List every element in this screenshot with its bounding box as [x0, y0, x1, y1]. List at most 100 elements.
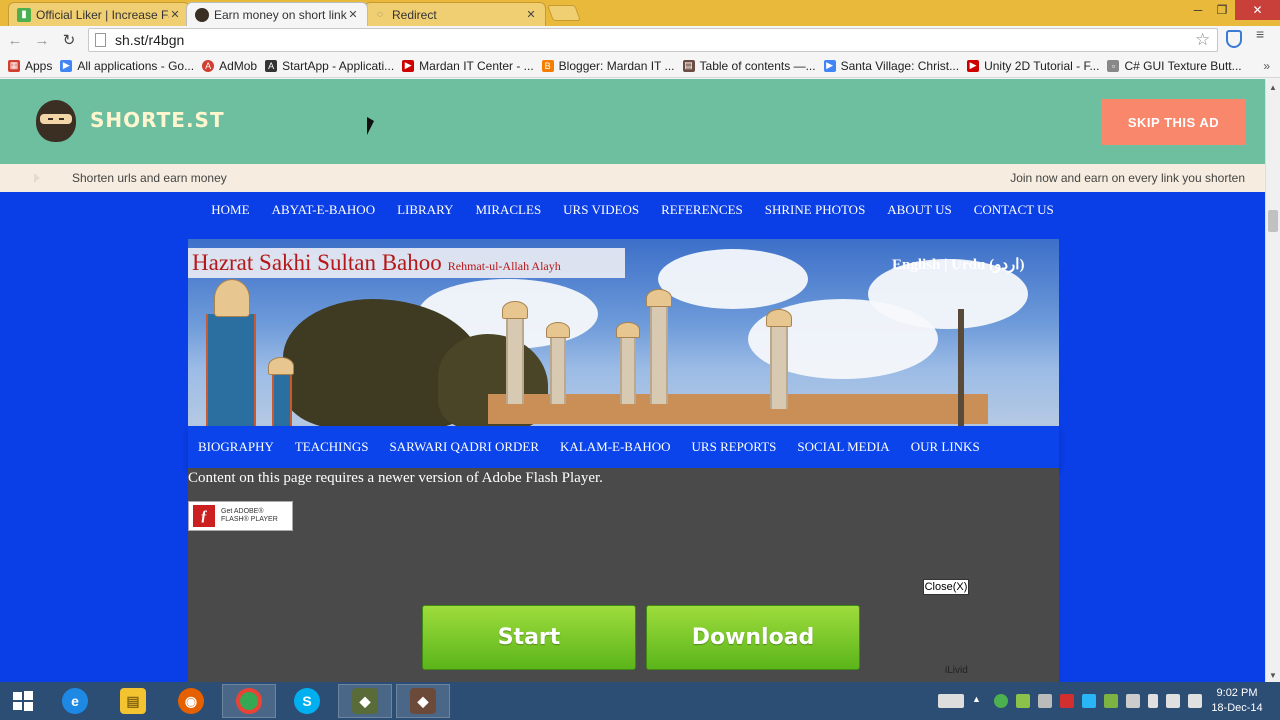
taskbar-skype[interactable]: S [280, 684, 334, 718]
tab-earn-money[interactable]: Earn money on short links ✕ [186, 2, 368, 26]
wifi-signal-icon[interactable] [1166, 694, 1180, 708]
clock-date: 18-Dec-14 [1211, 702, 1263, 714]
extension-shield-icon[interactable] [1226, 30, 1242, 48]
bookmark-mardan-it-center[interactable]: ▶ Mardan IT Center - ... [402, 59, 534, 73]
network-globe-icon[interactable] [994, 694, 1008, 708]
tray-app-icon[interactable] [1038, 694, 1052, 708]
flash-button-text: Get ADOBE® FLASH® PLAYER [221, 508, 278, 523]
taskbar-chrome[interactable] [222, 684, 276, 718]
bookmark-blogger[interactable]: B Blogger: Mardan IT ... [541, 59, 675, 73]
tab-redirect[interactable]: ◌ Redirect ✕ [364, 2, 546, 26]
page-scrollbar[interactable]: ▲ ▼ [1265, 79, 1280, 682]
restore-button[interactable]: ❐ [1208, 0, 1236, 20]
download-button[interactable]: Download [646, 605, 860, 670]
tab-close-icon[interactable]: ✕ [525, 8, 537, 21]
taskbar-app-two[interactable]: ◆ [396, 684, 450, 718]
scroll-down-icon[interactable]: ▼ [1269, 671, 1277, 680]
taskbar-firefox[interactable]: ◉ [164, 684, 218, 718]
bookmark-table-of-contents[interactable]: ▤ Table of contents —... [682, 59, 816, 73]
popup-close-button[interactable]: Close(X) [923, 579, 969, 595]
start-menu-button[interactable] [0, 684, 46, 718]
page-info-icon[interactable] [95, 33, 106, 47]
nav-about-us[interactable]: ABOUT US [887, 202, 951, 218]
nav-contact-us[interactable]: CONTACT US [974, 202, 1054, 218]
bookmark-all-applications[interactable]: ▶ All applications - Go... [60, 59, 194, 73]
tagline-left: Shorten urls and earn money [72, 171, 227, 185]
nav-shrine-photos[interactable]: SHRINE PHOTOS [765, 202, 866, 218]
nav-miracles[interactable]: MIRACLES [475, 202, 541, 218]
subnav-teachings[interactable]: TEACHINGS [295, 439, 369, 455]
youtube-icon: ▶ [967, 59, 980, 72]
site-title[interactable]: Hazrat Sakhi Sultan Bahoo [192, 250, 442, 276]
reload-icon[interactable]: ↻ [59, 30, 79, 50]
chrome-menu-icon[interactable]: ≡ [1256, 27, 1270, 41]
join-now-link[interactable]: Join now and earn on every link you shor… [1010, 171, 1245, 185]
tab-title: Redirect [392, 7, 437, 22]
blogger-icon: B [541, 59, 554, 72]
arrow-icon [34, 173, 40, 183]
nav-references[interactable]: REFERENCES [661, 202, 743, 218]
get-flash-player-button[interactable]: ƒ Get ADOBE® FLASH® PLAYER [188, 501, 293, 531]
language-switch[interactable]: English | Urdu (اردو) [892, 255, 1024, 274]
tray-app-icon[interactable] [1126, 694, 1140, 708]
ad-tagline-strip: Shorten urls and earn money Join now and… [0, 164, 1265, 192]
bookmark-apps[interactable]: ▦ Apps [8, 59, 52, 73]
taskbar-file-explorer[interactable]: ▤ [106, 684, 160, 718]
play-store-icon: ▶ [60, 59, 73, 72]
subnav-our-links[interactable]: OUR LINKS [911, 439, 980, 455]
window-close-button[interactable]: ✕ [1235, 0, 1280, 20]
windows-logo-icon [13, 691, 33, 711]
nav-library[interactable]: LIBRARY [397, 202, 453, 218]
bookmark-unity-tutorial[interactable]: ▶ Unity 2D Tutorial - F... [967, 59, 1099, 73]
system-tray: ▲ [930, 692, 1202, 710]
bookmark-csharp-gui[interactable]: ▫ C# GUI Texture Butt... [1107, 59, 1242, 73]
tray-app-icon[interactable] [1016, 694, 1030, 708]
bookmark-label: StartApp - Applicati... [282, 58, 395, 73]
bookmark-label: Mardan IT Center - ... [419, 58, 534, 73]
taskbar-internet-explorer[interactable]: e [48, 684, 102, 718]
tab-official-liker[interactable]: ▮ Official Liker | Increase Fa ✕ [8, 2, 190, 26]
subnav-urs-reports[interactable]: URS REPORTS [692, 439, 777, 455]
subnav-kalam-e-bahoo[interactable]: KALAM-E-BAHOO [560, 439, 671, 455]
book-icon: ▤ [682, 59, 695, 72]
skip-ad-button[interactable]: SKIP THIS AD [1101, 99, 1246, 145]
ninja-logo-icon[interactable] [36, 100, 76, 142]
forward-arrow-icon[interactable]: → [32, 30, 52, 50]
site-title-box: Hazrat Sakhi Sultan Bahoo Rehmat-ul-Alla… [188, 248, 625, 278]
subnav-sarwari-qadri-order[interactable]: SARWARI QADRI ORDER [390, 439, 540, 455]
bookmark-admob[interactable]: A AdMob [202, 59, 257, 73]
bookmark-startapp[interactable]: A StartApp - Applicati... [265, 59, 394, 73]
new-tab-button[interactable] [547, 5, 581, 21]
keyboard-icon[interactable] [938, 694, 964, 708]
shortest-logo[interactable]: SHORTE.ST [90, 108, 225, 132]
nav-urs-videos[interactable]: URS VIDEOS [563, 202, 639, 218]
shortest-favicon-icon [195, 7, 209, 22]
volume-icon[interactable] [1188, 694, 1202, 708]
tray-app-icon[interactable] [1082, 694, 1096, 708]
taskbar-app-one[interactable]: ◆ [338, 684, 392, 718]
nav-home[interactable]: HOME [211, 202, 249, 218]
security-check-icon[interactable] [1104, 694, 1118, 708]
scrollbar-thumb[interactable] [1268, 210, 1278, 232]
back-arrow-icon[interactable]: ← [5, 30, 25, 50]
bookmark-star-icon[interactable]: ☆ [1195, 30, 1210, 50]
apps-grid-icon: ▦ [8, 59, 20, 72]
address-bar[interactable]: sh.st/r4bgn [88, 28, 1218, 52]
subnav-biography[interactable]: BIOGRAPHY [198, 439, 274, 455]
folder-icon: ▤ [120, 688, 146, 714]
bookmarks-overflow-button[interactable]: » [1263, 59, 1270, 73]
application-icon: ◆ [352, 688, 378, 714]
system-clock[interactable]: 9:02 PM 18-Dec-14 [1207, 686, 1267, 716]
show-hidden-icons-icon[interactable]: ▲ [972, 694, 986, 708]
flash-tray-icon[interactable] [1060, 694, 1074, 708]
bookmark-santa-village[interactable]: ▶ Santa Village: Christ... [823, 59, 959, 73]
tab-close-icon[interactable]: ✕ [169, 8, 181, 21]
ilivid-brand: iLivid [945, 665, 968, 676]
battery-icon[interactable] [1148, 694, 1158, 708]
start-button[interactable]: Start [422, 605, 636, 670]
nav-abyat-e-bahoo[interactable]: ABYAT-E-BAHOO [272, 202, 376, 218]
subnav-social-media[interactable]: SOCIAL MEDIA [797, 439, 889, 455]
scroll-up-icon[interactable]: ▲ [1269, 83, 1277, 92]
tab-close-icon[interactable]: ✕ [347, 8, 359, 21]
tab-title: Earn money on short links [214, 7, 347, 22]
